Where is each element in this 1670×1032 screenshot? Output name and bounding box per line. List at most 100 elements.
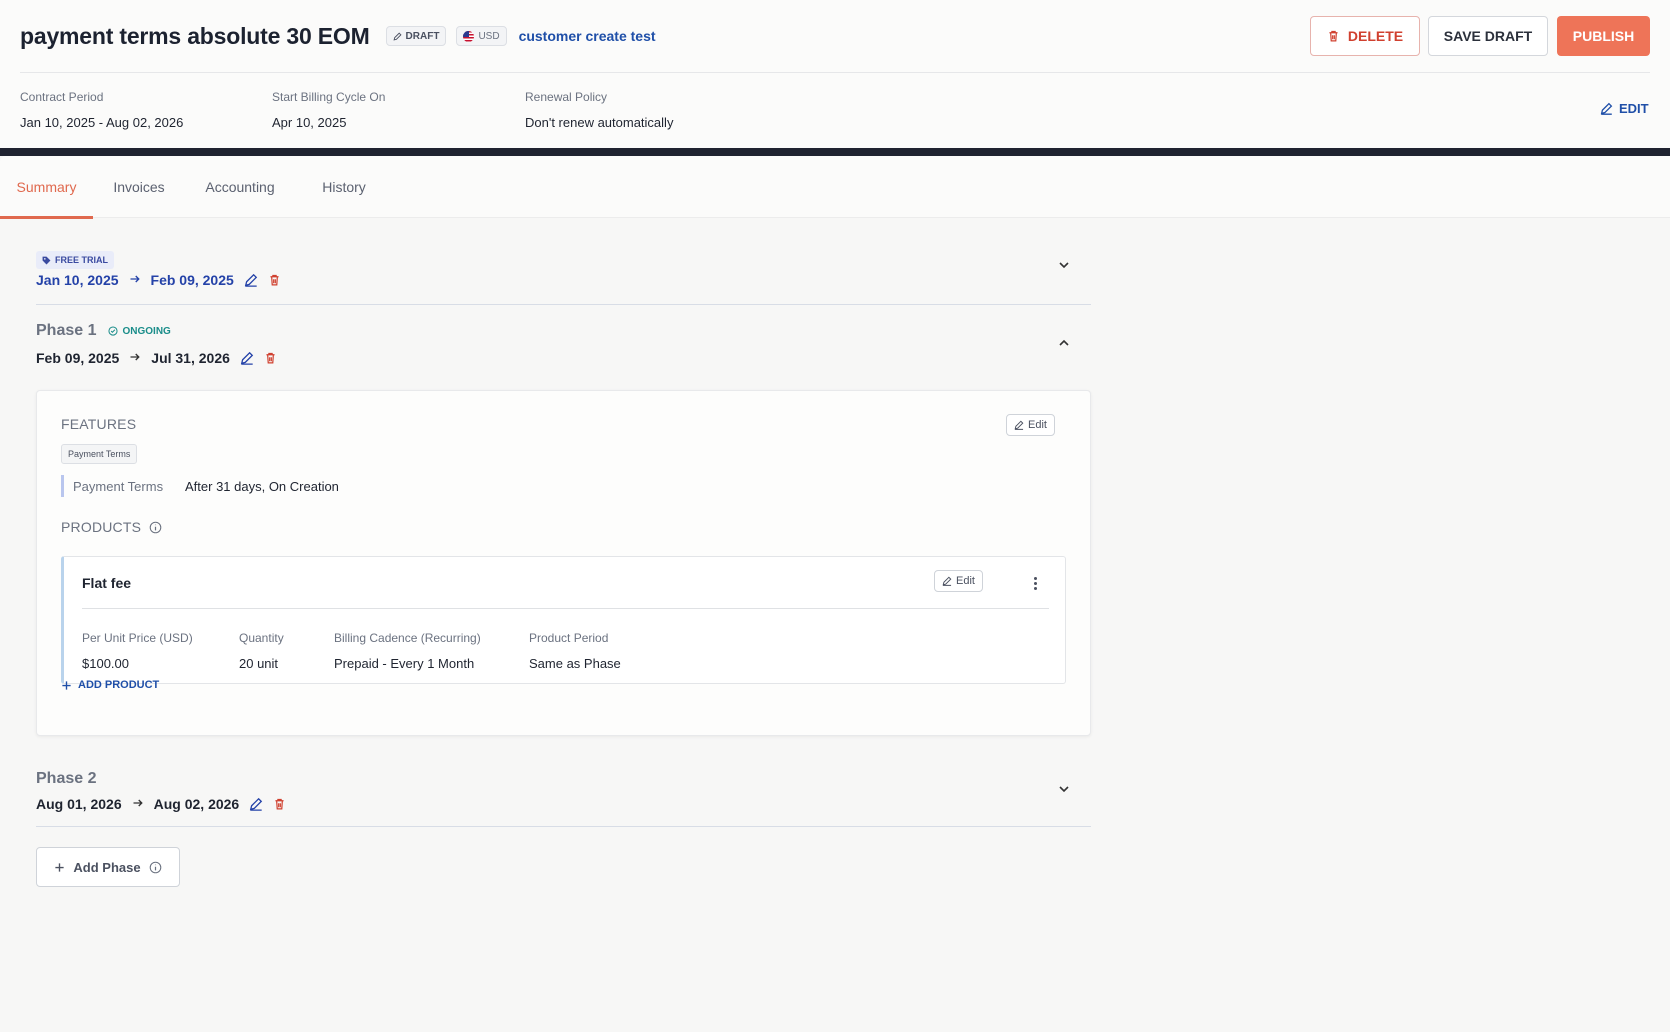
- edit-product-label: Edit: [956, 575, 975, 587]
- edit-features-label: Edit: [1028, 419, 1047, 431]
- add-product-button[interactable]: ADD PRODUCT: [61, 679, 159, 691]
- phase-1-end: Jul 31, 2026: [151, 350, 230, 366]
- features-heading: FEATURES: [61, 416, 137, 432]
- delete-button-label: DELETE: [1347, 28, 1404, 44]
- meta-value: Jan 10, 2025 - Aug 02, 2026: [20, 115, 184, 130]
- delete-button[interactable]: DELETE: [1310, 16, 1420, 56]
- save-draft-button[interactable]: SAVE DRAFT: [1428, 16, 1548, 56]
- pencil-icon: [1014, 420, 1024, 430]
- phase-2-end: Aug 02, 2026: [153, 796, 240, 812]
- arrow-right-icon: [129, 350, 141, 366]
- tab-accounting[interactable]: Accounting: [185, 156, 295, 218]
- feature-item: Payment Terms After 31 days, On Creation: [61, 475, 339, 497]
- products-heading-row: PRODUCTS: [61, 519, 162, 535]
- edit-product-button[interactable]: Edit: [934, 570, 983, 592]
- product-field-period: Product Period Same as Phase: [529, 631, 621, 671]
- product-field-label: Billing Cadence (Recurring): [334, 631, 481, 645]
- customer-link[interactable]: customer create test: [519, 28, 656, 44]
- edit-features-button[interactable]: Edit: [1006, 414, 1055, 436]
- tab-summary[interactable]: Summary: [0, 156, 93, 219]
- pencil-icon: [393, 31, 402, 40]
- tab-invoices[interactable]: Invoices: [93, 156, 185, 218]
- product-field-cadence: Billing Cadence (Recurring) Prepaid - Ev…: [334, 631, 481, 671]
- currency-chip-label: USD: [478, 30, 500, 42]
- pencil-icon: [942, 576, 952, 586]
- delete-free-trial-icon[interactable]: [268, 273, 281, 287]
- feature-value: After 31 days, On Creation: [185, 478, 339, 494]
- product-card: Flat fee Edit Per Unit Price (USD) $100.…: [61, 556, 1066, 684]
- phase-2-dates: Aug 01, 2026 Aug 02, 2026: [36, 796, 286, 812]
- section-divider: [36, 304, 1091, 305]
- feature-tag: Payment Terms: [61, 444, 138, 464]
- phase-2-start: Aug 01, 2026: [36, 796, 122, 812]
- status-chip-label: DRAFT: [405, 30, 440, 42]
- free-trial-dates: Jan 10, 2025 Feb 09, 2025: [36, 272, 281, 288]
- delete-phase-1-icon[interactable]: [264, 351, 277, 365]
- product-field-value: 20 unit: [239, 656, 279, 671]
- product-divider: [82, 608, 1049, 609]
- meta-value: Don't renew automatically: [525, 115, 674, 130]
- edit-contract-label: EDIT: [1619, 101, 1649, 116]
- product-name: Flat fee: [82, 575, 132, 591]
- tab-bar: Summary Invoices Accounting History: [0, 156, 1670, 219]
- product-field-label: Product Period: [529, 631, 609, 645]
- more-vertical-icon[interactable]: [1030, 573, 1040, 593]
- feature-label: Payment Terms: [73, 478, 164, 494]
- free-trial-end: Feb 09, 2025: [150, 272, 234, 288]
- plus-icon: [62, 680, 71, 690]
- edit-phase-1-icon[interactable]: [240, 351, 254, 365]
- arrow-right-icon: [129, 272, 141, 288]
- phase-1-card: FEATURES Edit Payment Terms Payment Term…: [36, 390, 1091, 736]
- plus-icon: [55, 862, 65, 872]
- chevron-down-icon[interactable]: [1056, 781, 1072, 797]
- tag-icon: [42, 256, 51, 264]
- ongoing-label: ONGOING: [122, 325, 171, 337]
- page-header: payment terms absolute 30 EOM DRAFT USD …: [0, 0, 1670, 148]
- phase-1-title: Phase 1: [36, 322, 97, 339]
- edit-contract-button[interactable]: EDIT: [1600, 101, 1649, 116]
- trash-icon: [1329, 30, 1338, 42]
- edit-free-trial-icon[interactable]: [244, 273, 258, 287]
- add-product-label: ADD PRODUCT: [78, 679, 160, 691]
- meta-label: Contract Period: [20, 90, 104, 104]
- product-field-value: $100.00: [82, 656, 129, 671]
- meta-label: Start Billing Cycle On: [272, 90, 386, 104]
- ongoing-badge: ONGOING: [108, 325, 171, 337]
- product-field-value: Prepaid - Every 1 Month: [334, 656, 475, 671]
- product-field-label: Per Unit Price (USD): [82, 631, 193, 645]
- delete-phase-2-icon[interactable]: [273, 797, 286, 811]
- meta-label: Renewal Policy: [525, 90, 608, 104]
- product-field-price: Per Unit Price (USD) $100.00: [82, 631, 193, 671]
- product-field-label: Quantity: [239, 631, 284, 645]
- meta-value: Apr 10, 2025: [272, 115, 347, 130]
- page-title: payment terms absolute 30 EOM: [20, 22, 370, 49]
- meta-start-billing: Start Billing Cycle On Apr 10, 2025: [272, 90, 385, 130]
- info-icon[interactable]: [149, 521, 162, 534]
- us-flag-icon: [463, 30, 475, 42]
- chevron-up-icon[interactable]: [1056, 335, 1072, 351]
- header-dark-bar: [0, 148, 1670, 156]
- phase-1-title-row: Phase 1 ONGOING: [36, 322, 171, 340]
- phase-2-title: Phase 2: [36, 770, 97, 787]
- free-trial-label: FREE TRIAL: [55, 255, 108, 265]
- check-circle-icon: [108, 326, 119, 336]
- add-phase-button[interactable]: Add Phase: [36, 847, 180, 887]
- title-row: payment terms absolute 30 EOM DRAFT USD …: [20, 22, 656, 50]
- phase-1-dates: Feb 09, 2025 Jul 31, 2026: [36, 350, 277, 366]
- free-trial-start: Jan 10, 2025: [36, 272, 119, 288]
- chevron-down-icon[interactable]: [1056, 257, 1072, 273]
- header-divider: [20, 72, 1650, 73]
- section-divider: [36, 826, 1091, 827]
- add-phase-label: Add Phase: [73, 859, 141, 875]
- meta-renewal-policy: Renewal Policy Don't renew automatically: [525, 90, 673, 130]
- product-field-quantity: Quantity 20 unit: [239, 631, 284, 671]
- status-chip: DRAFT: [385, 26, 447, 46]
- info-icon: [149, 861, 161, 873]
- edit-phase-2-icon[interactable]: [249, 797, 263, 811]
- tab-history[interactable]: History: [300, 156, 388, 218]
- meta-contract-period: Contract Period Jan 10, 2025 - Aug 02, 2…: [20, 90, 183, 130]
- phase-1-start: Feb 09, 2025: [36, 350, 120, 366]
- pencil-icon: [1600, 102, 1613, 115]
- free-trial-badge: FREE TRIAL: [36, 251, 114, 269]
- publish-button[interactable]: PUBLISH: [1557, 16, 1650, 56]
